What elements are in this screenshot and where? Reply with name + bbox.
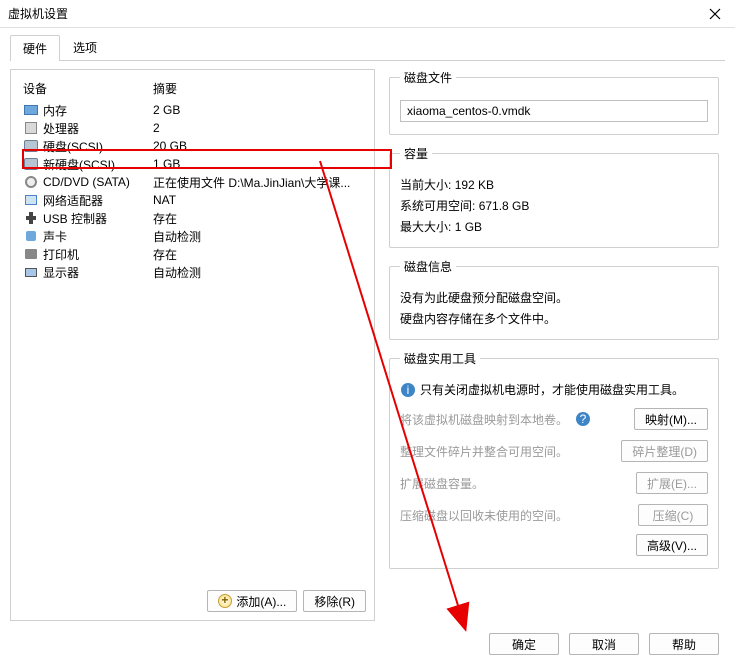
help-icon[interactable]: ? (575, 411, 591, 427)
device-summary: 正在使用文件 D:\Ma.JinJian\大学课... (153, 174, 362, 191)
current-size-label: 当前大小: (400, 176, 451, 193)
device-row[interactable]: 显示器自动检测 (15, 263, 370, 281)
device-row[interactable]: 内存2 GB (15, 101, 370, 119)
map-button[interactable]: 映射(M)... (634, 408, 708, 430)
svg-text:?: ? (580, 412, 587, 426)
legend-capacity: 容量 (400, 145, 432, 162)
disk-icon (23, 156, 39, 172)
chip-icon (23, 102, 39, 118)
disk-info-line2: 硬盘内容存储在多个文件中。 (400, 310, 708, 327)
group-tools: 磁盘实用工具 i 只有关闭虚拟机电源时，才能使用磁盘实用工具。 将该虚拟机磁盘映… (389, 350, 719, 569)
device-summary: NAT (153, 193, 362, 207)
remove-button[interactable]: 移除(R) (303, 590, 366, 612)
device-row[interactable]: 处理器2 (15, 119, 370, 137)
free-space-value: 671.8 GB (479, 199, 530, 213)
window-title: 虚拟机设置 (8, 5, 68, 22)
device-name: 内存 (43, 102, 153, 119)
ok-button[interactable]: 确定 (489, 633, 559, 655)
expand-button[interactable]: 扩展(E)... (636, 472, 708, 494)
device-row[interactable]: 硬盘(SCSI)20 GB (15, 137, 370, 155)
max-size-label: 最大大小: (400, 218, 451, 235)
defrag-button[interactable]: 碎片整理(D) (621, 440, 708, 462)
printer-icon (23, 246, 39, 262)
device-summary: 自动检测 (153, 264, 362, 281)
monitor-icon (23, 264, 39, 280)
current-size-value: 192 KB (455, 178, 494, 192)
device-detail-pane: 磁盘文件 xiaoma_centos-0.vmdk 容量 当前大小: 192 K… (375, 69, 725, 621)
add-button-label: 添加(A)... (236, 593, 286, 610)
group-capacity: 容量 当前大小: 192 KB 系统可用空间: 671.8 GB 最大大小: 1… (389, 145, 719, 248)
disk-file-field[interactable]: xiaoma_centos-0.vmdk (400, 100, 708, 122)
compact-desc: 压缩磁盘以回收未使用的空间。 (400, 507, 638, 524)
device-row[interactable]: 声卡自动检测 (15, 227, 370, 245)
device-summary: 自动检测 (153, 228, 362, 245)
group-disk-file: 磁盘文件 xiaoma_centos-0.vmdk (389, 69, 719, 135)
device-summary: 存在 (153, 246, 362, 263)
device-list-header: 设备 摘要 (15, 76, 370, 101)
device-row[interactable]: 新硬盘(SCSI)1 GB (15, 155, 370, 173)
close-icon (709, 8, 721, 20)
device-row[interactable]: 打印机存在 (15, 245, 370, 263)
legend-tools: 磁盘实用工具 (400, 350, 480, 367)
column-summary: 摘要 (153, 80, 362, 97)
cancel-button[interactable]: 取消 (569, 633, 639, 655)
device-summary: 20 GB (153, 139, 362, 153)
device-name: 声卡 (43, 228, 153, 245)
defrag-desc: 整理文件碎片并整合可用空间。 (400, 443, 621, 460)
sound-icon (23, 228, 39, 244)
device-name: 处理器 (43, 120, 153, 137)
tab-strip: 硬件 选项 (10, 34, 725, 61)
compact-button[interactable]: 压缩(C) (638, 504, 708, 526)
help-button[interactable]: 帮助 (649, 633, 719, 655)
tab-hardware[interactable]: 硬件 (10, 35, 60, 61)
free-space-label: 系统可用空间: (400, 197, 475, 214)
device-summary: 2 (153, 121, 362, 135)
device-row[interactable]: 网络适配器NAT (15, 191, 370, 209)
device-name: CD/DVD (SATA) (43, 175, 153, 189)
disk-info-line1: 没有为此硬盘预分配磁盘空间。 (400, 289, 708, 306)
plus-icon (218, 594, 232, 608)
device-name: 硬盘(SCSI) (43, 138, 153, 155)
device-name: USB 控制器 (43, 210, 153, 227)
device-name: 网络适配器 (43, 192, 153, 209)
cpu-icon (23, 120, 39, 136)
device-list-pane: 设备 摘要 内存2 GB处理器2硬盘(SCSI)20 GB新硬盘(SCSI)1 … (10, 69, 375, 621)
svg-text:i: i (407, 383, 410, 397)
device-row[interactable]: USB 控制器存在 (15, 209, 370, 227)
cd-icon (23, 174, 39, 190)
close-button[interactable] (703, 2, 727, 26)
device-row[interactable]: CD/DVD (SATA)正在使用文件 D:\Ma.JinJian\大学课... (15, 173, 370, 191)
device-name: 打印机 (43, 246, 153, 263)
legend-disk-info: 磁盘信息 (400, 258, 456, 275)
legend-disk-file: 磁盘文件 (400, 69, 456, 86)
column-device: 设备 (23, 80, 153, 97)
device-summary: 存在 (153, 210, 362, 227)
device-summary: 1 GB (153, 157, 362, 171)
usb-icon (23, 210, 39, 226)
group-disk-info: 磁盘信息 没有为此硬盘预分配磁盘空间。 硬盘内容存储在多个文件中。 (389, 258, 719, 340)
device-name: 新硬盘(SCSI) (43, 156, 153, 173)
device-summary: 2 GB (153, 103, 362, 117)
max-size-value: 1 GB (455, 220, 482, 234)
info-icon: i (400, 382, 416, 398)
net-icon (23, 192, 39, 208)
disk-icon (23, 138, 39, 154)
add-button[interactable]: 添加(A)... (207, 590, 297, 612)
device-name: 显示器 (43, 264, 153, 281)
tab-options[interactable]: 选项 (60, 34, 110, 60)
expand-desc: 扩展磁盘容量。 (400, 475, 636, 492)
advanced-button[interactable]: 高级(V)... (636, 534, 708, 556)
tools-notice: 只有关闭虚拟机电源时，才能使用磁盘实用工具。 (420, 381, 684, 398)
map-desc: 将该虚拟机磁盘映射到本地卷。 ? (400, 411, 634, 428)
